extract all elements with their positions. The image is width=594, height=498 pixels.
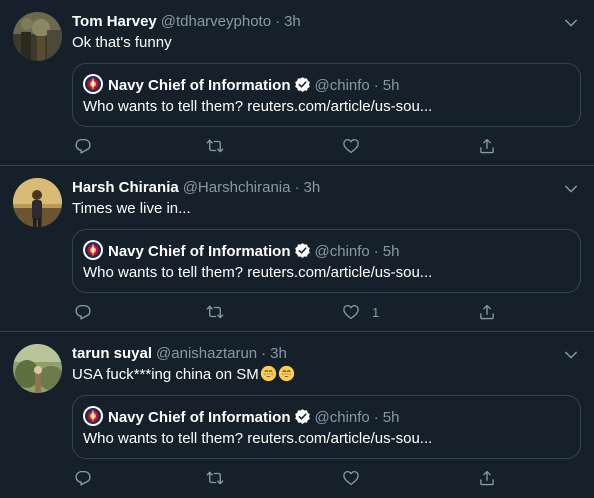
share-button[interactable] xyxy=(478,302,496,322)
reply-icon xyxy=(75,470,91,486)
share-icon xyxy=(480,138,494,154)
avatar[interactable] xyxy=(13,12,62,61)
retweet-button[interactable] xyxy=(206,302,224,322)
reply-icon xyxy=(75,138,91,154)
chevron-down-icon[interactable] xyxy=(562,346,580,364)
separator: · xyxy=(373,243,379,260)
quoted-timestamp: 5h xyxy=(382,77,400,94)
separator: · xyxy=(373,77,379,94)
share-button[interactable] xyxy=(478,468,496,488)
quoted-avatar xyxy=(83,240,103,260)
retweet-icon xyxy=(206,139,224,153)
tweet-header: Tom Harvey @tdharveyphoto · 3h xyxy=(72,12,554,32)
quoted-display-name: Navy Chief of Information xyxy=(108,77,291,94)
retweet-button[interactable] xyxy=(206,136,224,156)
verified-icon xyxy=(294,77,310,92)
reply-button[interactable] xyxy=(74,468,92,488)
share-icon xyxy=(480,470,494,486)
quoted-text: Who wants to tell them? reuters.com/arti… xyxy=(83,264,433,281)
share-icon xyxy=(480,304,494,320)
reply-icon xyxy=(75,304,91,320)
reply-button[interactable] xyxy=(74,136,92,156)
tweet-header: tarun suyal @anishaztarun · 3h xyxy=(72,344,554,364)
tweet-text: Times we live in... xyxy=(72,200,191,217)
tweet[interactable]: Tom Harvey @tdharveyphoto · 3h Ok that's fu… xyxy=(0,0,594,166)
display-name[interactable]: tarun suyal xyxy=(72,345,152,362)
separator: · xyxy=(373,409,379,426)
share-button[interactable] xyxy=(478,136,496,156)
user-handle[interactable]: @tdharveyphoto xyxy=(161,13,271,30)
quoted-tweet[interactable]: Navy Chief of Information @chinfo · 5h Who … xyxy=(72,229,581,293)
grinning-face-emoji-icon xyxy=(278,365,294,382)
separator: · xyxy=(261,345,267,362)
quoted-display-name: Navy Chief of Information xyxy=(108,243,291,260)
tweet[interactable]: Harsh Chirania @Harshchirania · 3h Times we… xyxy=(0,166,594,332)
timestamp[interactable]: 3h xyxy=(284,13,301,30)
tweet-actions xyxy=(72,136,502,156)
separator: · xyxy=(275,13,281,30)
display-name[interactable]: Harsh Chirania xyxy=(72,179,179,196)
retweet-icon xyxy=(206,471,224,485)
heart-icon xyxy=(343,138,359,154)
quoted-display-name: Navy Chief of Information xyxy=(108,409,291,426)
like-button[interactable]: 1 xyxy=(342,302,379,322)
tweet-text: USA fuck***ing china on SM xyxy=(72,365,295,385)
chevron-down-icon[interactable] xyxy=(562,14,580,32)
avatar[interactable] xyxy=(13,344,62,393)
like-count: 1 xyxy=(372,304,380,320)
grinning-face-emoji-icon xyxy=(260,365,276,382)
chevron-down-icon[interactable] xyxy=(562,180,580,198)
tweet-header: Harsh Chirania @Harshchirania · 3h xyxy=(72,178,554,198)
avatar[interactable] xyxy=(13,178,62,227)
heart-icon xyxy=(343,470,359,486)
quoted-text: Who wants to tell them? reuters.com/arti… xyxy=(83,98,433,115)
quoted-timestamp: 5h xyxy=(382,409,400,426)
user-handle[interactable]: @anishaztarun xyxy=(156,345,257,362)
quoted-text: Who wants to tell them? reuters.com/arti… xyxy=(83,430,433,447)
quoted-tweet[interactable]: Navy Chief of Information @chinfo · 5h Who … xyxy=(72,395,581,459)
tweet-text: Ok that's funny xyxy=(72,34,172,51)
timestamp[interactable]: 3h xyxy=(303,179,320,196)
like-button[interactable] xyxy=(342,468,372,488)
retweet-button[interactable] xyxy=(206,468,224,488)
quoted-handle: @chinfo xyxy=(314,77,370,94)
tweet[interactable]: tarun suyal @anishaztarun · 3h USA fuck***i… xyxy=(0,332,594,498)
like-button[interactable] xyxy=(342,136,372,156)
heart-icon xyxy=(343,304,359,320)
verified-icon xyxy=(294,409,310,424)
user-handle[interactable]: @Harshchirania xyxy=(183,179,291,196)
quoted-handle: @chinfo xyxy=(314,409,370,426)
quoted-avatar xyxy=(83,74,103,94)
verified-icon xyxy=(294,243,310,258)
quoted-handle: @chinfo xyxy=(314,243,370,260)
quoted-tweet[interactable]: Navy Chief of Information @chinfo · 5h Who … xyxy=(72,63,581,127)
reply-button[interactable] xyxy=(74,302,92,322)
display-name[interactable]: Tom Harvey xyxy=(72,13,157,30)
quoted-timestamp: 5h xyxy=(382,243,400,260)
tweet-actions: 1 xyxy=(72,302,502,322)
retweet-icon xyxy=(206,305,224,319)
separator: · xyxy=(294,179,300,196)
quoted-avatar xyxy=(83,406,103,426)
timestamp[interactable]: 3h xyxy=(270,345,287,362)
tweet-actions xyxy=(72,468,502,488)
